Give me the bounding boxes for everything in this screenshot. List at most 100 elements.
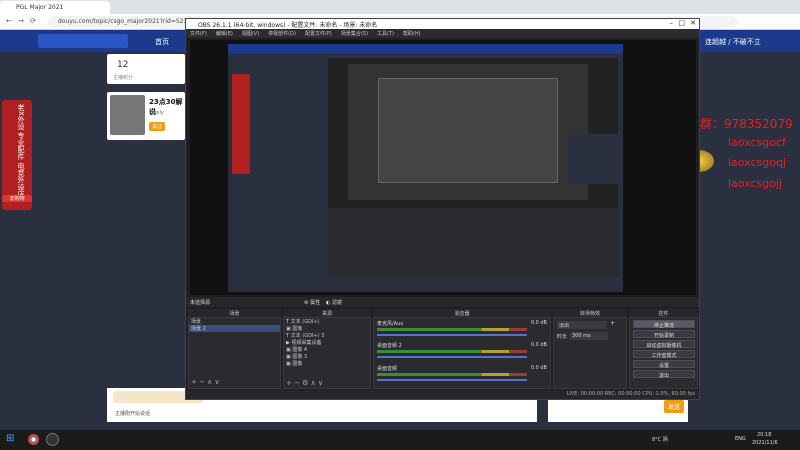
mixer-channel-name: 桌面音频 (377, 366, 398, 372)
minimize-icon[interactable]: – (670, 19, 674, 27)
mixer-meter (377, 350, 527, 353)
maximize-icon[interactable]: □ (678, 19, 685, 27)
reload-icon[interactable]: ⟳ (30, 17, 36, 25)
sources-dock: T 文本 (GDI+) ▣ 图像 T 文本 (GDI+) 3 ▶ 视频采集设备 … (283, 317, 371, 389)
menu-help[interactable]: 帮助(H) (403, 30, 421, 37)
source-item[interactable]: T 文本 (GDI+) (284, 318, 370, 325)
source-item[interactable]: ▣ 图像 (284, 360, 370, 367)
stream-card[interactable]: 23点30解说 lovely 关注 (107, 92, 185, 140)
overlay-line-3: laoxcsgojj (728, 177, 783, 190)
scene-item[interactable]: 场景 (189, 318, 280, 325)
properties-label: 属性 (310, 300, 321, 306)
obs-statusbar: LIVE: 00:00:00 REC: 00:00:00 CPU: 1.0%, … (186, 390, 699, 399)
transition-select[interactable]: 淡出 (557, 321, 607, 329)
scene-controls[interactable]: + − ∧ ∨ (191, 378, 220, 386)
source-item[interactable]: ▣ 图像 (284, 325, 370, 332)
mixer-channel-name: 麦克风/Aux (377, 321, 404, 327)
clock-date[interactable]: 2021/11/6 (752, 440, 778, 446)
preview-overlay (568, 134, 618, 184)
source-item[interactable]: ▣ 图像 4 (284, 346, 370, 353)
mixer-channel-db: 0.0 dB (530, 365, 547, 371)
browser-tabbar: PGL Major 2021 (0, 0, 800, 14)
studio-mode-button[interactable]: 工作室模式 (633, 350, 695, 359)
windows-start-icon[interactable]: ⊞ (6, 433, 14, 444)
exit-button[interactable]: 退出 (633, 370, 695, 379)
mixer-volume-slider[interactable] (377, 379, 527, 381)
browser-tab[interactable]: PGL Major 2021 (0, 1, 110, 14)
source-controls[interactable]: + − ⚙ ∧ ∨ (286, 379, 323, 387)
filters-button[interactable]: ◐ 滤镜 (326, 299, 342, 306)
add-transition-icon[interactable]: + (610, 320, 615, 327)
mixer-dock: 麦克风/Aux 0.0 dB 桌面音频 2 0.0 dB 桌面音频 0.0 dB (373, 317, 551, 389)
scenes-dock: 场景 场景 2 + − ∧ ∨ (188, 317, 281, 389)
preview-tunnel (378, 78, 558, 183)
transitions-dock-header: 转场特效 (553, 309, 627, 317)
duration-input[interactable]: 300 ms (570, 332, 608, 340)
forward-icon[interactable]: → (18, 17, 24, 25)
obs-window: OBS 26.1.1 (64-bit, windows) - 配置文件: 未命名… (185, 18, 700, 400)
preview-nested-docks (328, 208, 618, 278)
transitions-dock: 淡出 + 时长 300 ms (553, 317, 627, 389)
event-logo (38, 34, 128, 48)
menu-profile[interactable]: 配置文件(P) (305, 30, 332, 37)
stop-streaming-button[interactable]: 停止推流 (633, 320, 695, 329)
mixer-meter (377, 373, 527, 376)
menu-tools[interactable]: 工具(T) (377, 30, 394, 37)
streamer-avatar (110, 95, 145, 135)
score-card: 12 主播积分 (107, 54, 185, 84)
back-icon[interactable]: ← (6, 17, 12, 25)
obs-taskbar-icon[interactable] (46, 433, 59, 446)
close-icon[interactable]: ✕ (690, 19, 696, 27)
preview-nested-screen (348, 64, 588, 200)
nav-home[interactable]: 首页 (155, 37, 169, 47)
settings-button[interactable]: 设置 (633, 360, 695, 369)
obs-title: OBS 26.1.1 (64-bit, windows) - 配置文件: 未命名… (198, 22, 378, 29)
menu-view[interactable]: 视图(V) (242, 30, 259, 37)
mixer-volume-slider[interactable] (377, 356, 527, 358)
follow-button[interactable]: 关注 (149, 122, 166, 131)
language-indicator[interactable]: ENG (735, 436, 746, 442)
start-recording-button[interactable]: 开始录制 (633, 330, 695, 339)
windows-taskbar: ⊞ 8°C 阴 ENG 20:18 2021/11/6 (0, 430, 800, 450)
controls-dock: 停止推流 开始录制 启动虚拟摄像机 工作室模式 设置 退出 (629, 317, 698, 389)
menu-edit[interactable]: 编辑(E) (216, 30, 233, 37)
menu-file[interactable]: 文件(F) (190, 30, 207, 37)
no-source-label: 未选择源 (190, 300, 211, 306)
menu-scene-collection[interactable]: 场景集合(S) (341, 30, 368, 37)
streamer-name: lovely (149, 110, 164, 116)
mixer-volume-slider[interactable] (377, 334, 527, 336)
duration-label: 时长 (557, 334, 568, 340)
overlay-line-2: laoxcsgoqj (728, 156, 787, 169)
mixer-channel-db: 0.0 dB (530, 342, 547, 348)
sources-dock-header: 来源 (283, 309, 371, 317)
obs-titlebar: OBS 26.1.1 (64-bit, windows) - 配置文件: 未命名… (186, 19, 699, 29)
clock-time[interactable]: 20:18 (757, 432, 771, 438)
filters-label: 滤镜 (331, 300, 342, 306)
scene-item[interactable]: 场景 2 (189, 325, 280, 332)
mixer-channel-db: 0.0 dB (530, 320, 547, 326)
nav-slogan: 连超越 / 不破不立 (705, 38, 761, 46)
mixer-dock-header: 混音器 (373, 309, 551, 317)
send-button[interactable]: 发送 (663, 400, 684, 413)
preview-capture (228, 44, 623, 292)
score-count: 12 (117, 60, 129, 70)
weather-text: 8°C 阴 (652, 437, 668, 443)
source-item[interactable]: ▶ 视频采集设备 (284, 339, 370, 346)
overlay-line-1: laoxcsgocf (728, 136, 786, 149)
menu-docks[interactable]: 停靠部件(D) (268, 30, 296, 37)
preview-nav (228, 44, 623, 54)
scenes-dock-header: 场景 (188, 309, 281, 317)
virtual-camera-button[interactable]: 启动虚拟摄像机 (633, 340, 695, 349)
properties-button[interactable]: ⚙ 属性 (304, 299, 320, 306)
obs-preview[interactable] (190, 40, 696, 295)
tab-title: PGL Major 2021 (16, 4, 64, 11)
shop-button[interactable]: 去购物 (2, 195, 32, 202)
left-ad-banner[interactable]: 老X外设 专业配件 电竞外设店 (2, 100, 32, 210)
source-item[interactable]: T 文本 (GDI+) 3 (284, 332, 370, 339)
source-label: 图像 (292, 361, 303, 367)
mixer-channel-name: 桌面音频 2 (377, 343, 402, 349)
source-item[interactable]: ▣ 图像 3 (284, 353, 370, 360)
chrome-icon[interactable] (28, 434, 39, 445)
score-label: 主播积分 (113, 75, 134, 81)
obs-status-text: LIVE: 00:00:00 REC: 00:00:00 CPU: 1.0%, … (566, 391, 695, 397)
